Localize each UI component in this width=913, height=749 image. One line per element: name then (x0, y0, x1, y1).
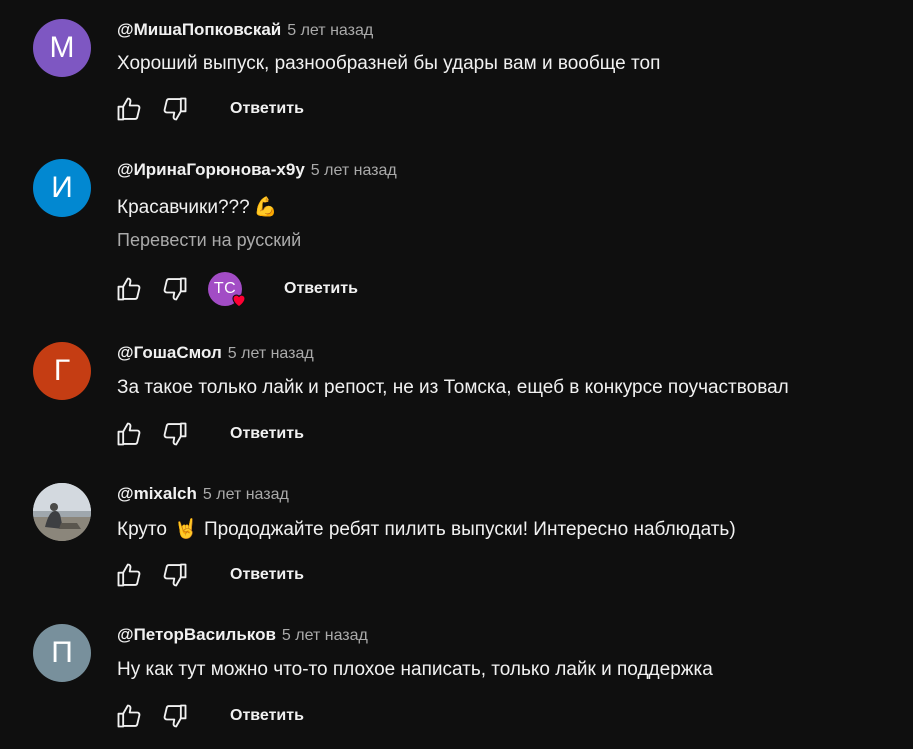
comment-time[interactable]: 5 лет назад (311, 162, 397, 180)
avatar[interactable]: М (33, 19, 91, 77)
comment-actions: Ответить (114, 701, 304, 731)
dislike-button[interactable] (160, 701, 190, 731)
avatar[interactable]: П (33, 624, 91, 682)
thumbs-down-icon (163, 422, 187, 446)
reply-button[interactable]: Ответить (230, 566, 304, 584)
dislike-button[interactable] (160, 560, 190, 590)
avatar[interactable] (33, 483, 91, 541)
thumbs-up-icon (117, 563, 141, 587)
avatar-photo (33, 483, 91, 541)
author-name[interactable]: @ИринаГорюнова-х9у (117, 160, 305, 180)
comment-actions: TC Ответить (114, 272, 358, 308)
avatar[interactable]: И (33, 159, 91, 217)
reply-button[interactable]: Ответить (230, 425, 304, 443)
author-name[interactable]: @mixalch (117, 484, 197, 504)
rock-hand-emoji: 🤘 (174, 519, 198, 540)
comment-time[interactable]: 5 лет назад (228, 345, 314, 363)
thumbs-up-icon (117, 97, 141, 121)
comment-time[interactable]: 5 лет назад (287, 22, 373, 40)
dislike-button[interactable] (160, 94, 190, 124)
avatar-letter: Г (53, 354, 71, 387)
comment-text: Ну как тут можно что-то плохое написать,… (117, 659, 713, 680)
comment-text: За такое только лайк и репост, не из Том… (117, 377, 789, 398)
like-button[interactable] (114, 701, 144, 731)
comment-header: @ИринаГорюнова-х9у 5 лет назад (117, 160, 397, 182)
thumbs-up-icon (117, 704, 141, 728)
thumbs-down-icon (163, 704, 187, 728)
like-button[interactable] (114, 94, 144, 124)
comment-actions: Ответить (114, 419, 304, 449)
reply-button[interactable]: Ответить (230, 707, 304, 725)
like-button[interactable] (114, 419, 144, 449)
like-button[interactable] (114, 560, 144, 590)
comment-header: @mixalch 5 лет назад (117, 484, 289, 506)
thumbs-down-icon (163, 97, 187, 121)
comment-text-after: Прододжайте ребят пилить выпуски! Интере… (203, 519, 736, 540)
comment-actions: Ответить (114, 560, 304, 590)
heart-icon (232, 294, 246, 308)
comment-header: @МишаПопковскай 5 лет назад (117, 20, 373, 42)
comment-text: Хороший выпуск, разнообразней бы удары в… (117, 53, 661, 74)
comment-actions: Ответить (114, 94, 304, 124)
avatar[interactable]: Г (33, 342, 91, 400)
comment-text-content: Красавчики??? (117, 197, 250, 218)
dislike-button[interactable] (160, 419, 190, 449)
creator-heart-badge: TC (208, 272, 246, 308)
thumbs-down-icon (163, 563, 187, 587)
comment-text-before: Круто (117, 519, 167, 540)
author-name[interactable]: @ГошаСмол (117, 343, 222, 363)
reply-button[interactable]: Ответить (230, 100, 304, 118)
translate-link[interactable]: Перевести на русский (117, 230, 301, 251)
thumbs-down-icon (163, 277, 187, 301)
comment-text: Красавчики??? 💪 (117, 195, 277, 219)
author-name[interactable]: @МишаПопковскай (117, 20, 281, 40)
avatar-letter: М (49, 31, 75, 64)
comment-header: @ПеторВасильков 5 лет назад (117, 625, 368, 647)
avatar-letter: И (51, 171, 73, 204)
flexed-biceps-emoji: 💪 (253, 197, 278, 218)
comment-time[interactable]: 5 лет назад (203, 486, 289, 504)
thumbs-up-icon (117, 422, 141, 446)
avatar-letter: П (51, 636, 73, 669)
dislike-button[interactable] (160, 274, 190, 304)
comment-text: Круто 🤘 Прододжайте ребят пилить выпуски!… (117, 517, 736, 541)
like-button[interactable] (114, 274, 144, 304)
comment-header: @ГошаСмол 5 лет назад (117, 343, 314, 365)
author-name[interactable]: @ПеторВасильков (117, 625, 276, 645)
thumbs-up-icon (117, 277, 141, 301)
comment-time[interactable]: 5 лет назад (282, 627, 368, 645)
reply-button[interactable]: Ответить (284, 280, 358, 298)
